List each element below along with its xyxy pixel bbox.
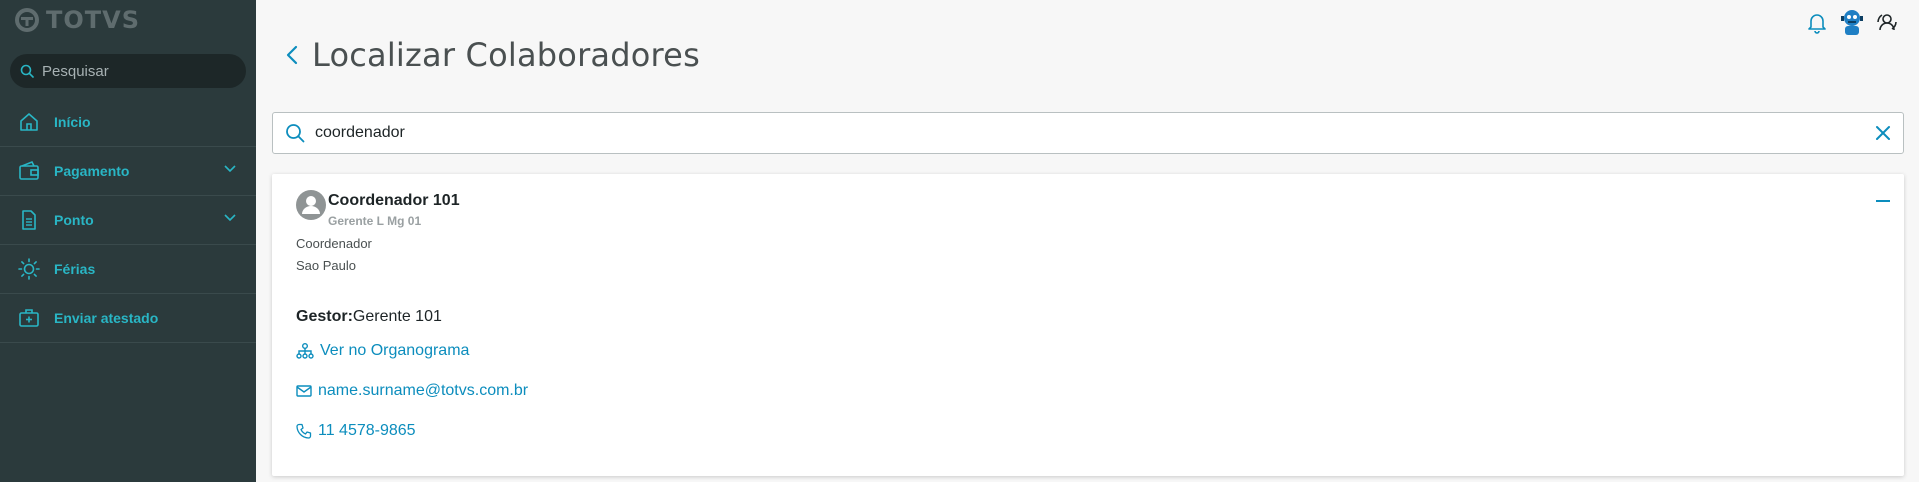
manager-info: Gestor:Gerente 101 [296, 308, 442, 326]
sidebar-item-ponto[interactable]: Ponto [0, 196, 256, 245]
document-icon [22, 210, 36, 230]
totvs-logo[interactable]: TOTVS [14, 6, 140, 34]
phone-value: 11 4578-9865 [318, 422, 416, 439]
org-chart-link[interactable]: Ver no Organograma [296, 342, 469, 360]
sidebar-item-label: Início [54, 114, 91, 130]
manager-label: Gestor: [296, 308, 353, 325]
collaborator-department: Gerente L Mg 01 [328, 214, 422, 228]
manager-value: Gerente 101 [352, 308, 442, 325]
email-value: name.surname@totvs.com.br [318, 382, 529, 399]
close-icon[interactable] [1875, 125, 1891, 141]
collaborator-name: Coordenador 101 [328, 192, 460, 209]
bell-icon[interactable] [1805, 10, 1829, 34]
totvs-logo-icon [15, 8, 39, 32]
robot-assistant-icon[interactable] [1839, 8, 1865, 36]
phone-link[interactable]: 11 4578-9865 [296, 422, 416, 440]
sidebar-nav: Início Pagamento Ponto Férias Enviar ate… [0, 98, 256, 343]
collaborator-search-input[interactable] [315, 124, 1815, 142]
home-icon [20, 113, 38, 131]
page-title: Localizar Colaboradores [312, 36, 700, 74]
search-icon [20, 64, 34, 78]
sidebar-search[interactable] [10, 54, 246, 88]
chevron-down-icon [224, 165, 236, 173]
chevron-down-icon [224, 214, 236, 222]
sidebar-item-pagamento[interactable]: Pagamento [0, 147, 256, 196]
sidebar-item-ferias[interactable]: Férias [0, 245, 256, 294]
sidebar-item-label: Ponto [54, 212, 94, 228]
sidebar-item-label: Férias [54, 261, 96, 277]
sidebar-item-label: Enviar atestado [54, 310, 159, 326]
wallet-icon [19, 160, 39, 180]
sidebar-item-label: Pagamento [54, 163, 130, 179]
collapse-button[interactable] [1876, 200, 1890, 202]
page-header: Localizar Colaboradores [286, 36, 700, 74]
search-icon [286, 124, 305, 143]
avatar [296, 190, 326, 220]
sidebar: TOTVS Início Pagamento [0, 0, 256, 482]
sidebar-item-enviar-atestado[interactable]: Enviar atestado [0, 294, 256, 343]
collaborator-city: Sao Paulo [296, 258, 356, 273]
sun-icon [18, 258, 40, 280]
org-chart-label: Ver no Organograma [320, 342, 470, 359]
user-sync-icon[interactable] [1875, 10, 1899, 34]
back-arrow-icon[interactable] [286, 45, 298, 65]
mail-icon [296, 385, 312, 397]
medical-kit-icon [19, 309, 39, 327]
sidebar-item-inicio[interactable]: Início [0, 98, 256, 147]
org-chart-icon [296, 343, 314, 359]
collaborator-card: Coordenador 101 Gerente L Mg 01 Coordena… [272, 174, 1904, 476]
logo-text: TOTVS [46, 6, 141, 34]
header-actions [1805, 8, 1899, 36]
collaborator-search[interactable] [272, 112, 1904, 154]
user-avatar-icon [302, 196, 320, 214]
email-link[interactable]: name.surname@totvs.com.br [296, 382, 528, 400]
phone-icon [296, 423, 312, 439]
collaborator-role: Coordenador [296, 236, 372, 251]
sidebar-search-input[interactable] [42, 62, 232, 80]
